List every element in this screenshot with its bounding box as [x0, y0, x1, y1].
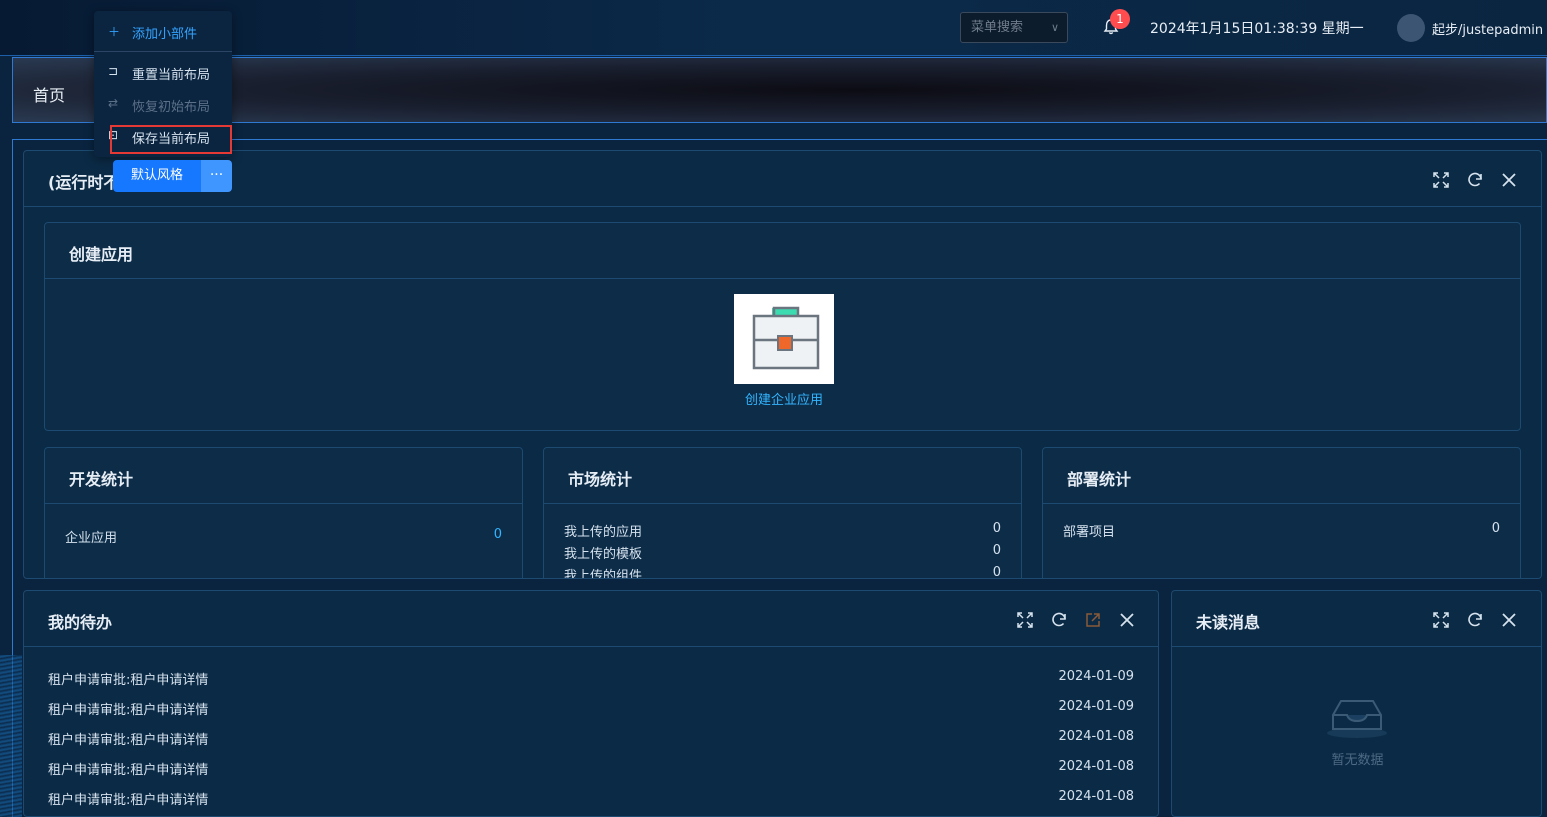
background-decoration — [0, 655, 22, 817]
empty-inbox-icon — [1327, 700, 1387, 738]
menu-item-label: 添加小部件 — [132, 27, 198, 42]
card-header: 部署统计 — [1043, 448, 1520, 504]
panel-header: 未读消息 — [1172, 591, 1541, 647]
tab-bar: 首页 — [12, 57, 1547, 123]
plus-icon: ＋ — [108, 25, 121, 39]
stat-value: 0 — [1491, 521, 1500, 536]
empty-text: 暂无数据 — [1331, 753, 1384, 768]
open-external-icon[interactable] — [1084, 611, 1102, 629]
card-title: 部署统计 — [1067, 470, 1132, 489]
restore-layout-menu-item[interactable]: ⇄ 恢复初始布局 — [94, 90, 232, 118]
todo-item-date: 2024-01-09 — [1058, 699, 1134, 714]
dev-stats-card: 开发统计 企业应用 0 — [44, 447, 523, 578]
deploy-stats-card: 部署统计 部署项目 0 — [1042, 447, 1521, 578]
card-header: 市场统计 — [544, 448, 1021, 504]
top-bar: 菜单搜索 ∨ 1 2024年1月15日01:38:39 星期一 起步/juste… — [0, 0, 1547, 56]
menu-search-placeholder: 菜单搜索 — [971, 20, 1024, 35]
stat-label: 我上传的组件 — [564, 569, 643, 579]
todo-item-text[interactable]: 租户申请审批:租户申请详情 — [48, 789, 208, 808]
todo-panel: 我的待办 租户申请审批:租户申请详情 2024-01-09 租户申请审批:租户申… — [23, 590, 1159, 817]
stat-value[interactable]: 0 — [494, 527, 502, 542]
close-icon[interactable] — [1500, 171, 1518, 189]
market-stats-card: 市场统计 我上传的应用 0 我上传的模板 0 我上传的组件 0 — [543, 447, 1022, 579]
card-title: 市场统计 — [568, 470, 633, 489]
tab-home[interactable]: 首页 — [33, 82, 65, 106]
menu-item-label: 恢复初始布局 — [132, 100, 211, 115]
more-options-button[interactable]: ··· — [201, 160, 232, 192]
panel-title: 未读消息 — [1196, 613, 1261, 632]
stat-value: 0 — [992, 521, 1001, 536]
card-header: 创建应用 — [45, 223, 1520, 279]
todo-item-date: 2024-01-09 — [1058, 669, 1134, 684]
avatar[interactable] — [1397, 14, 1425, 42]
stat-label: 企业应用 — [65, 531, 118, 546]
notification-badge: 1 — [1110, 9, 1130, 29]
card-title: 开发统计 — [69, 470, 134, 489]
username[interactable]: 起步/justepadmin — [1432, 19, 1543, 38]
panel-header: (运行时不 — [24, 151, 1541, 207]
card-title: 创建应用 — [69, 245, 134, 264]
create-enterprise-app-link[interactable]: 创建企业应用 — [734, 389, 834, 408]
close-icon[interactable] — [1500, 611, 1518, 629]
panel-title: 我的待办 — [48, 613, 113, 632]
refresh-icon[interactable] — [1050, 611, 1068, 629]
reset-layout-menu-item[interactable]: ⊐ 重置当前布局 — [94, 58, 232, 86]
todo-item-date: 2024-01-08 — [1058, 759, 1134, 774]
fullscreen-icon[interactable] — [1016, 611, 1034, 629]
highlight-box — [110, 125, 232, 154]
stat-value: 0 — [992, 543, 1001, 558]
todo-item-text[interactable]: 租户申请审批:租户申请详情 — [48, 729, 208, 748]
create-enterprise-app-tile[interactable] — [734, 294, 834, 384]
workbench-panel: (运行时不 创建应用 创建企业应用 开发统计 企业应用 0 市场统计 我上传的应… — [23, 150, 1542, 579]
panel-header: 我的待办 — [24, 591, 1158, 647]
todo-item-text[interactable]: 租户申请审批:租户申请详情 — [48, 759, 208, 778]
default-style-button[interactable]: 默认风格 — [113, 160, 201, 192]
add-widget-menu-item[interactable]: ＋ 添加小部件 — [94, 17, 232, 45]
current-datetime: 2024年1月15日01:38:39 星期一 — [1150, 21, 1364, 37]
reset-icon: ⊐ — [108, 64, 119, 78]
todo-item-text[interactable]: 租户申请审批:租户申请详情 — [48, 699, 208, 718]
stat-value: 0 — [992, 565, 1001, 579]
todo-item-date: 2024-01-08 — [1058, 729, 1134, 744]
card-header: 开发统计 — [45, 448, 522, 504]
stat-label: 部署项目 — [1063, 525, 1116, 540]
refresh-icon[interactable] — [1466, 611, 1484, 629]
fullscreen-icon[interactable] — [1432, 171, 1450, 189]
refresh-icon[interactable] — [1466, 171, 1484, 189]
todo-item-date: 2024-01-08 — [1058, 789, 1134, 804]
stat-label: 我上传的应用 — [564, 525, 643, 540]
stat-label: 我上传的模板 — [564, 547, 643, 562]
restore-icon: ⇄ — [108, 96, 119, 110]
briefcase-icon — [752, 306, 820, 370]
menu-item-label: 重置当前布局 — [132, 68, 211, 83]
unread-messages-panel: 未读消息 暂无数据 — [1171, 590, 1542, 817]
panel-title: (运行时不 — [48, 173, 120, 192]
menu-search-select[interactable]: 菜单搜索 ∨ — [960, 12, 1068, 43]
fullscreen-icon[interactable] — [1432, 611, 1450, 629]
divider — [94, 51, 232, 52]
todo-item-text[interactable]: 租户申请审批:租户申请详情 — [48, 669, 208, 688]
create-app-card: 创建应用 创建企业应用 — [44, 222, 1521, 431]
close-icon[interactable] — [1118, 611, 1136, 629]
chevron-down-icon: ∨ — [1050, 21, 1059, 34]
